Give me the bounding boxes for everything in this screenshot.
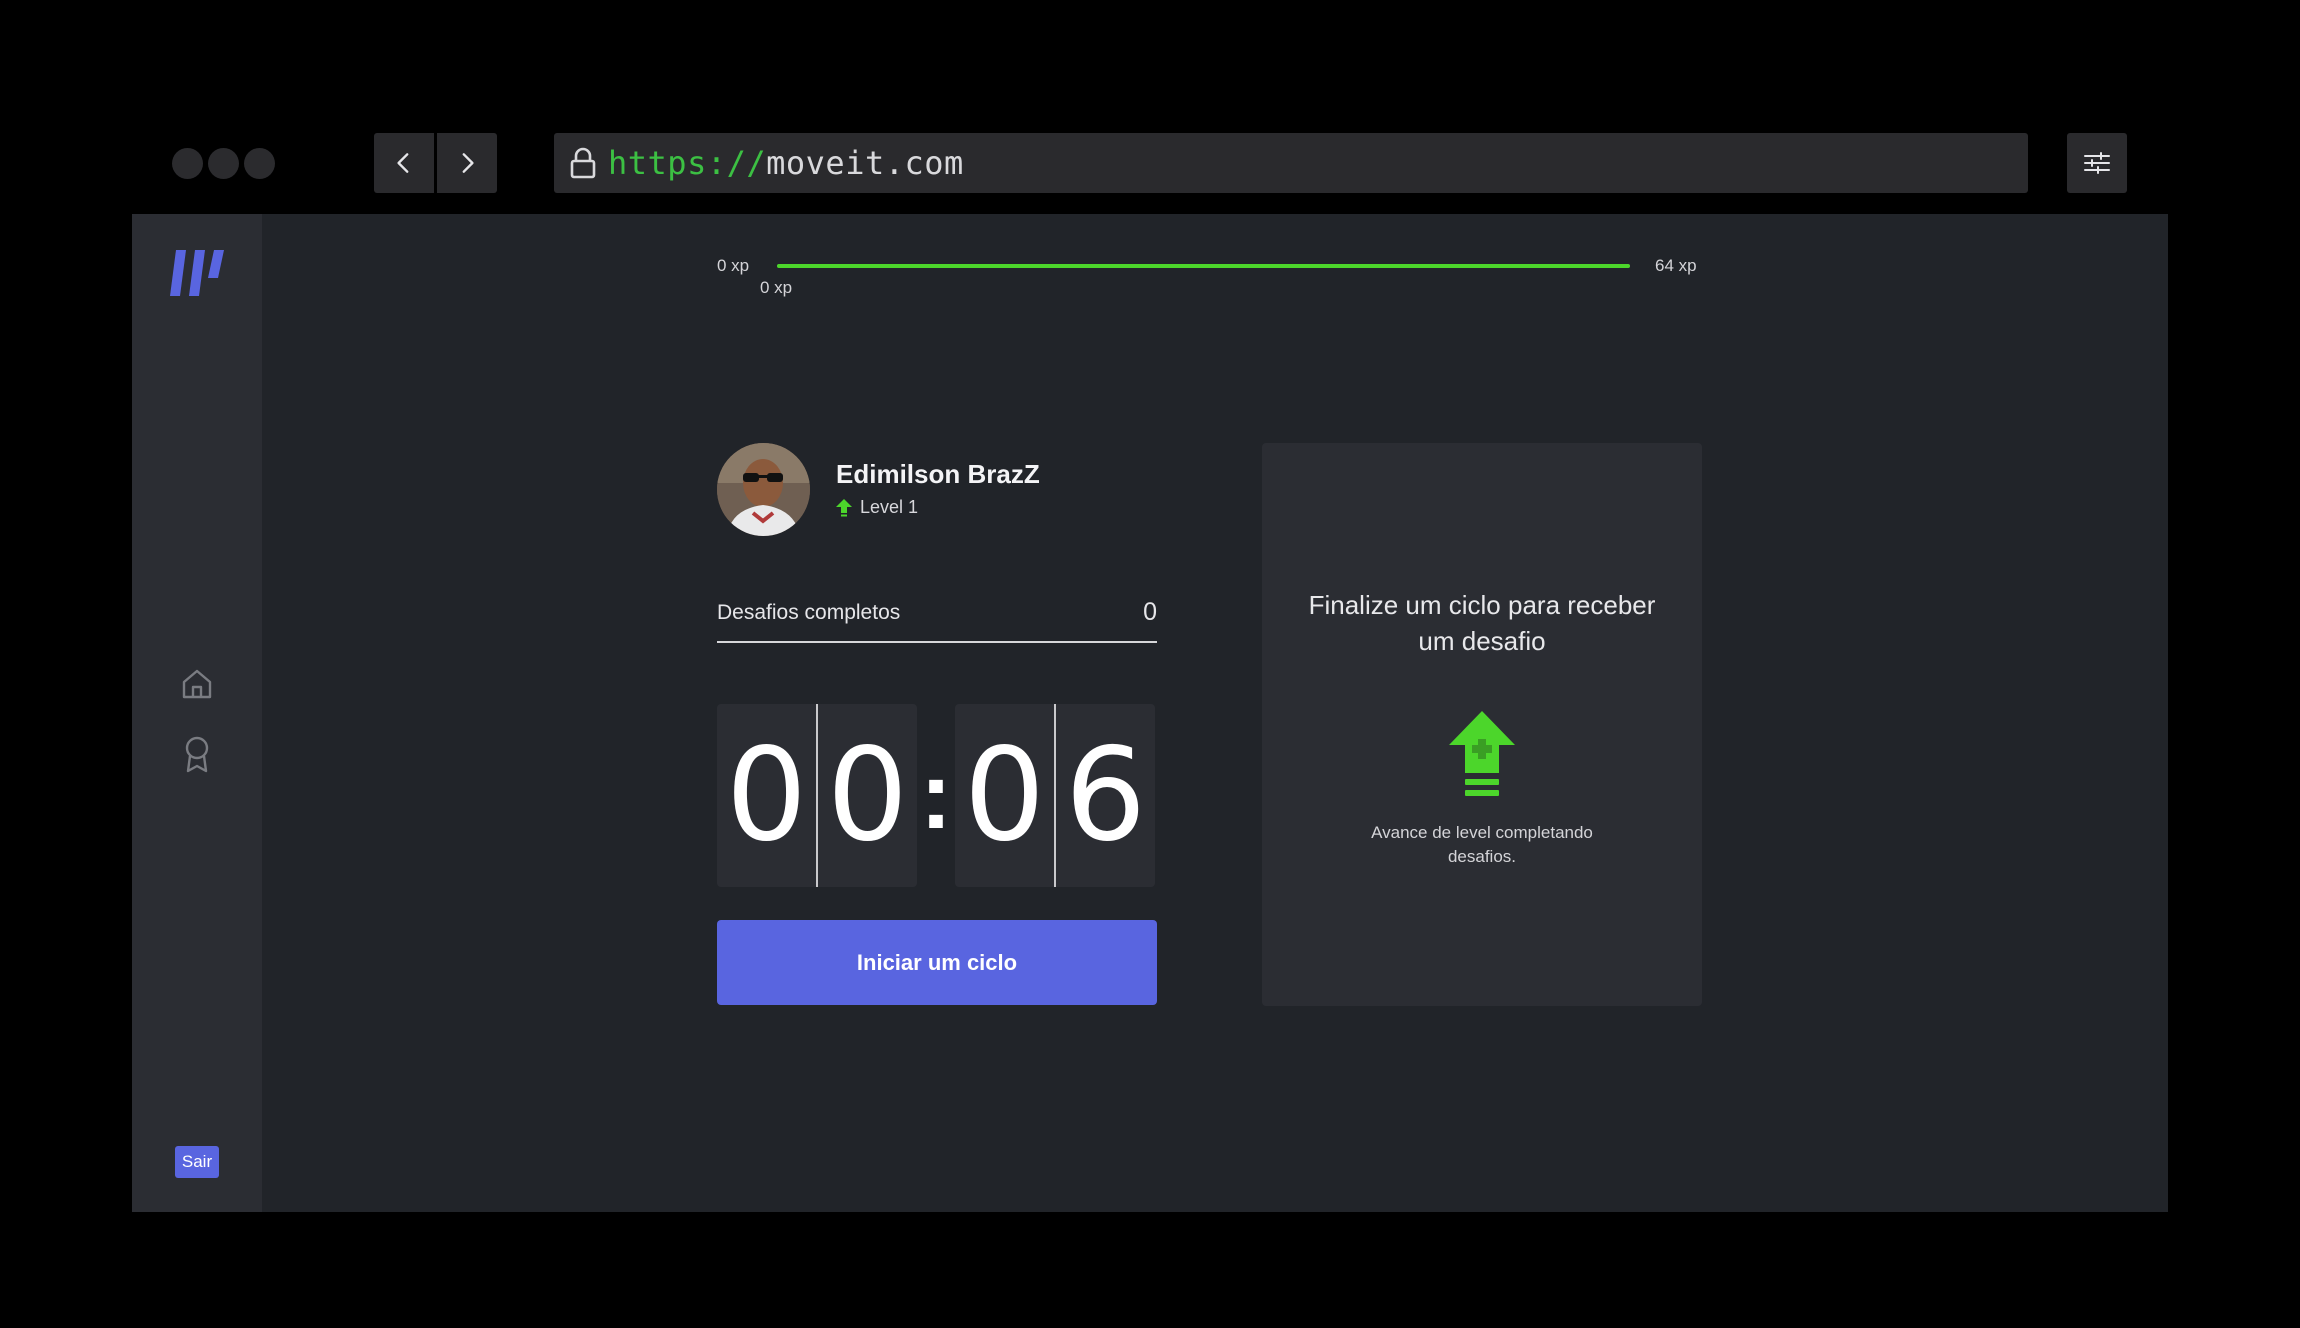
window-control-dot[interactable]	[244, 148, 275, 179]
countdown-digit: 0	[725, 721, 808, 870]
countdown-digit: 0	[816, 704, 917, 887]
forward-button[interactable]	[437, 133, 497, 193]
chevron-left-icon	[397, 153, 409, 173]
sidebar-item-home[interactable]	[177, 664, 217, 704]
browser-chrome: https://moveit.com	[0, 0, 2300, 214]
countdown-minutes: 0 0	[717, 704, 917, 887]
settings-button[interactable]	[2067, 133, 2127, 193]
xp-progress-fill	[777, 264, 1630, 268]
app-window: Sair 0 xp 64 xp 0 xp Edimilson BrazZ Lev…	[132, 214, 2168, 1212]
xp-start-label: 0 xp	[717, 256, 750, 275]
completed-challenges-count: 0	[1143, 598, 1157, 626]
challenge-box-description: Avance de level completando desafios.	[1371, 823, 1593, 866]
profile-name: Edimilson BrazZ	[836, 459, 1040, 489]
countdown-colon: :	[920, 742, 952, 849]
xp-end-label: 64 xp	[1655, 256, 1697, 275]
countdown-digit: 0	[963, 721, 1046, 870]
lock-icon	[566, 146, 600, 180]
award-icon	[185, 736, 209, 773]
window-control-dot[interactable]	[208, 148, 239, 179]
window-control-dot[interactable]	[172, 148, 203, 179]
level-label: Level 1	[860, 497, 919, 517]
sliders-icon	[2084, 152, 2110, 174]
chevron-right-icon	[462, 153, 474, 173]
challenge-box: Finalize um ciclo para receber um desafi…	[1262, 443, 1702, 1006]
back-button[interactable]	[374, 133, 434, 193]
completed-challenges: Desafios completos 0	[717, 584, 1157, 643]
countdown-seconds: 0 6	[955, 704, 1155, 887]
xp-current-label: 0 xp	[760, 278, 793, 297]
profile-level: Level 1	[836, 497, 918, 518]
address-bar[interactable]: https://moveit.com	[554, 133, 2028, 193]
level-up-icon	[836, 498, 852, 516]
sidebar-item-leaderboard[interactable]	[177, 734, 217, 774]
url-scheme: https://	[608, 144, 767, 182]
avatar	[717, 443, 810, 536]
url-host: moveit.com	[766, 144, 964, 182]
level-up-icon	[1449, 711, 1515, 796]
completed-challenges-label: Desafios completos	[717, 600, 901, 624]
url-text: https://moveit.com	[608, 144, 964, 182]
start-cycle-button[interactable]: Iniciar um ciclo	[717, 920, 1157, 1005]
logout-button[interactable]: Sair	[175, 1146, 219, 1178]
challenge-box-title: Finalize um ciclo para receber um desafi…	[1308, 590, 1656, 656]
home-icon	[182, 669, 212, 699]
xp-progress-bar	[777, 264, 1630, 268]
sidebar: Sair	[132, 214, 262, 1212]
countdown-digit: 6	[1054, 704, 1155, 887]
moveit-logo	[170, 250, 224, 296]
